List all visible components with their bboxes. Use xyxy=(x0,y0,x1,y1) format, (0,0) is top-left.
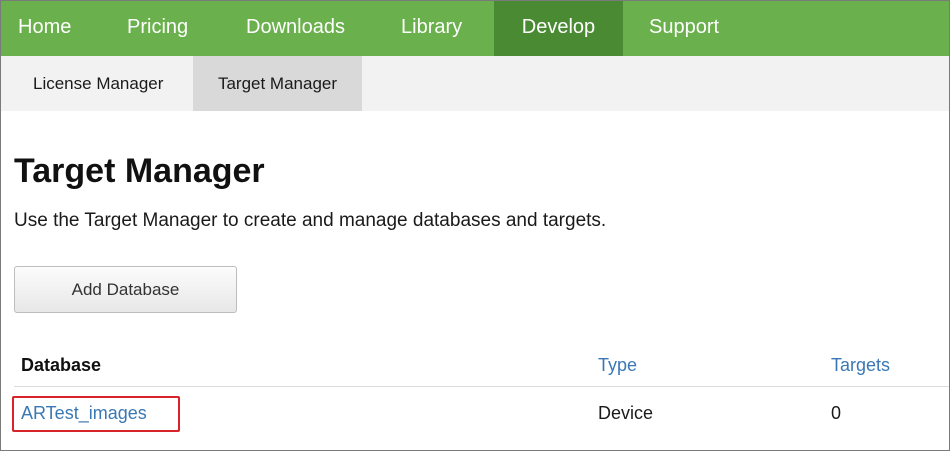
nav-home[interactable]: Home xyxy=(18,1,71,56)
table-header-divider xyxy=(14,386,949,387)
database-targets-count: 0 xyxy=(831,403,842,423)
nav-library[interactable]: Library xyxy=(401,1,462,56)
page-description: Use the Target Manager to create and man… xyxy=(14,210,607,231)
top-navigation: Home Pricing Downloads Library Develop S… xyxy=(1,1,949,56)
nav-support[interactable]: Support xyxy=(649,1,719,56)
sub-navigation: License Manager Target Manager xyxy=(1,56,949,111)
column-header-targets[interactable]: Targets xyxy=(831,353,890,377)
column-header-database: Database xyxy=(21,355,102,375)
nav-pricing[interactable]: Pricing xyxy=(127,1,188,56)
tab-target-manager[interactable]: Target Manager xyxy=(193,56,362,111)
database-link[interactable]: ARTest_images xyxy=(21,401,147,425)
app-window: Home Pricing Downloads Library Develop S… xyxy=(0,0,950,451)
tab-license-manager[interactable]: License Manager xyxy=(33,56,163,111)
nav-downloads[interactable]: Downloads xyxy=(246,1,345,56)
database-type: Device xyxy=(598,403,654,423)
column-header-type[interactable]: Type xyxy=(598,353,637,377)
nav-develop[interactable]: Develop xyxy=(494,1,623,56)
add-database-button[interactable]: Add Database xyxy=(14,266,237,313)
page-title: Target Manager xyxy=(14,152,265,190)
